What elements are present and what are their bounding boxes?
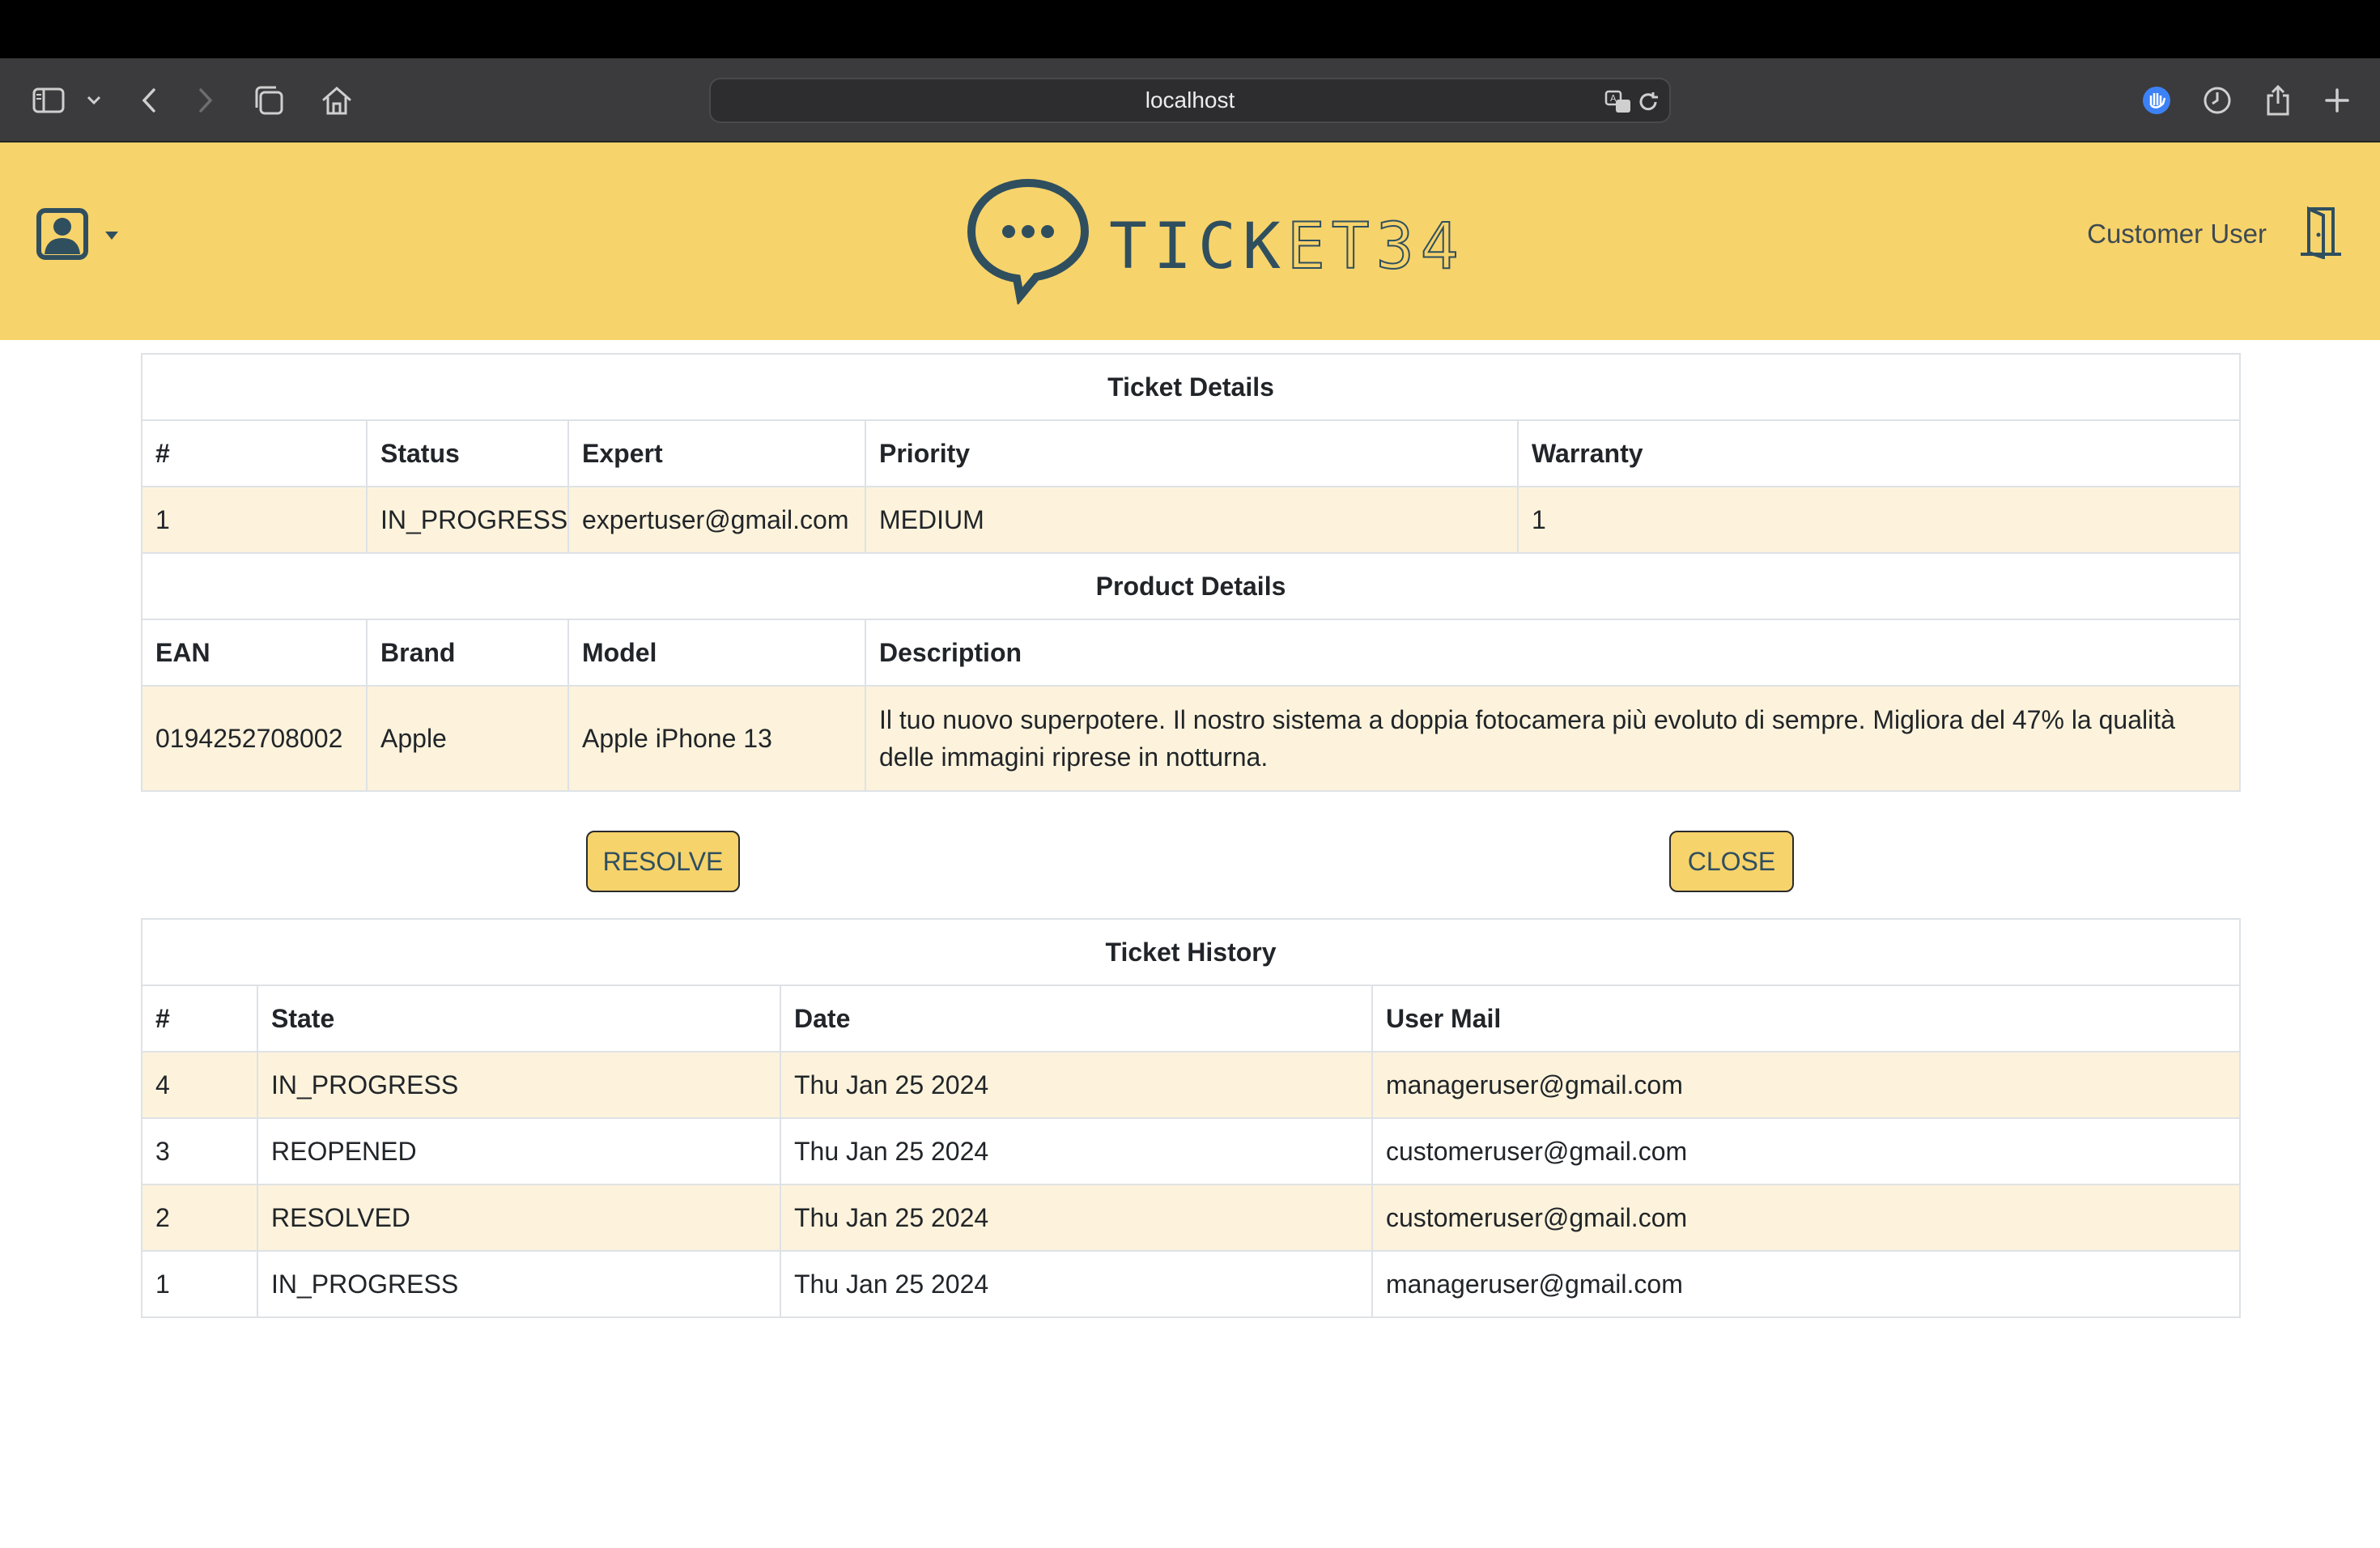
- table-row: 2 RESOLVED Thu Jan 25 2024 customeruser@…: [141, 1184, 2242, 1252]
- column-header: Date: [780, 985, 1373, 1053]
- logout-door-icon[interactable]: [2296, 206, 2344, 260]
- resolve-button[interactable]: RESOLVE: [586, 831, 740, 892]
- forward-icon[interactable]: [181, 76, 230, 125]
- browser-toolbar: localhost A: [0, 58, 2380, 142]
- profile-menu-button[interactable]: [36, 207, 133, 275]
- app-header: TICKET34 Customer User: [0, 142, 2380, 340]
- table-row: 4 IN_PROGRESS Thu Jan 25 2024 manageruse…: [141, 1051, 2242, 1119]
- column-header: Warranty: [1516, 419, 2242, 487]
- history-user-mail: customeruser@gmail.com: [1371, 1117, 2242, 1185]
- history-state: RESOLVED: [257, 1184, 781, 1252]
- product-ean: 0194252708002: [141, 685, 368, 792]
- column-header: Expert: [567, 419, 866, 487]
- column-header: #: [141, 985, 258, 1053]
- address-bar[interactable]: localhost A: [709, 78, 1671, 123]
- home-icon[interactable]: [312, 76, 361, 125]
- history-user-mail: manageruser@gmail.com: [1371, 1051, 2242, 1119]
- history-date: Thu Jan 25 2024: [780, 1117, 1373, 1185]
- history-state: IN_PROGRESS: [257, 1250, 781, 1318]
- ticket-status: IN_PROGRESS: [366, 486, 569, 554]
- column-header: Status: [366, 419, 569, 487]
- history-date: Thu Jan 25 2024: [780, 1250, 1373, 1318]
- table-row: 3 REOPENED Thu Jan 25 2024 customeruser@…: [141, 1117, 2242, 1185]
- column-header: User Mail: [1371, 985, 2242, 1053]
- ticket34-logo: TICKET34: [963, 175, 1460, 304]
- product-details-title: Product Details: [140, 552, 2242, 620]
- close-button[interactable]: CLOSE: [1669, 831, 1794, 892]
- product-description: Il tuo nuovo superpotere. Il nostro sist…: [864, 685, 2242, 792]
- column-header: Brand: [366, 619, 569, 687]
- history-id: 1: [141, 1250, 258, 1318]
- ticket-expert: expertuser@gmail.com: [567, 486, 866, 554]
- speech-bubble-icon: [967, 178, 1090, 304]
- url-text: localhost: [1145, 87, 1235, 113]
- ticket-warranty: 1: [1516, 486, 2242, 554]
- chevron-down-icon[interactable]: [70, 76, 118, 125]
- shield-icon[interactable]: [2132, 76, 2181, 125]
- ticket-id: 1: [141, 486, 368, 554]
- column-header: #: [141, 419, 368, 487]
- logo-text-solid: TICK: [1109, 211, 1287, 283]
- product-model: Apple iPhone 13: [567, 685, 866, 792]
- ticket-details-title: Ticket Details: [140, 353, 2242, 421]
- caret-down-icon: [105, 232, 118, 240]
- ticket-history-title: Ticket History: [140, 918, 2242, 986]
- history-id: 4: [141, 1051, 258, 1119]
- translate-icon[interactable]: A: [1604, 87, 1634, 117]
- history-state: REOPENED: [257, 1117, 781, 1185]
- tabs-icon[interactable]: [244, 76, 293, 125]
- share-icon[interactable]: [2254, 76, 2302, 125]
- history-user-mail: manageruser@gmail.com: [1371, 1250, 2242, 1318]
- table-row: 0194252708002 Apple Apple iPhone 13 Il t…: [141, 685, 2242, 792]
- column-header: Model: [567, 619, 866, 687]
- history-id: 3: [141, 1117, 258, 1185]
- plus-icon[interactable]: [2313, 76, 2361, 125]
- ticket-priority: MEDIUM: [865, 486, 1519, 554]
- column-header: Description: [864, 619, 2242, 687]
- reload-icon[interactable]: [1634, 87, 1663, 117]
- column-header: EAN: [141, 619, 368, 687]
- sidebar-icon[interactable]: [24, 76, 73, 125]
- back-icon[interactable]: [125, 76, 173, 125]
- ticket-details-table: Ticket Details # Status Expert Priority …: [140, 353, 2242, 792]
- column-header: State: [257, 985, 781, 1053]
- history-state: IN_PROGRESS: [257, 1051, 781, 1119]
- column-header: Priority: [865, 419, 1519, 487]
- table-row: 1 IN_PROGRESS Thu Jan 25 2024 manageruse…: [141, 1250, 2242, 1318]
- table-row: 1 IN_PROGRESS expertuser@gmail.com MEDIU…: [141, 486, 2242, 554]
- ticket-history-table: Ticket History # State Date User Mail 4 …: [140, 918, 2242, 1318]
- user-avatar-icon: [36, 208, 88, 260]
- history-date: Thu Jan 25 2024: [780, 1184, 1373, 1252]
- logo-text-outline: ET34: [1286, 211, 1465, 283]
- logo-text: TICKET34: [1109, 215, 1465, 279]
- history-user-mail: customeruser@gmail.com: [1371, 1184, 2242, 1252]
- system-top-bar: [0, 0, 2380, 58]
- product-brand: Apple: [366, 685, 569, 792]
- history-id: 2: [141, 1184, 258, 1252]
- history-icon[interactable]: [2193, 76, 2242, 125]
- svg-text:A: A: [1610, 93, 1617, 104]
- history-date: Thu Jan 25 2024: [780, 1051, 1373, 1119]
- current-user-name: Customer User: [2087, 219, 2267, 249]
